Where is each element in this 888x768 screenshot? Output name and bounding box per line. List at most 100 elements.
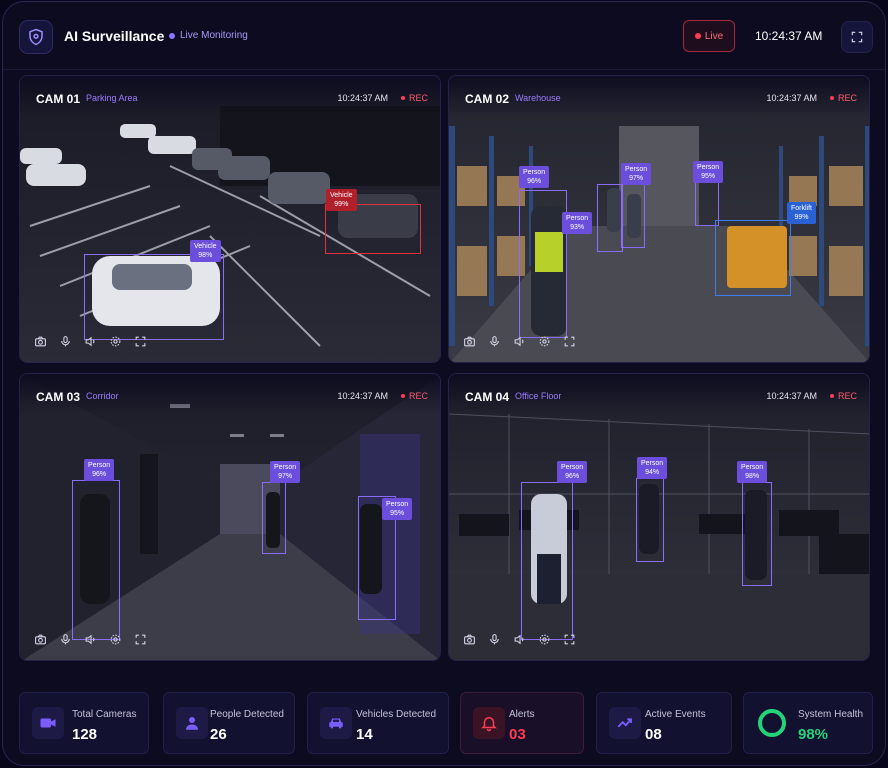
stat-value: 08 (645, 726, 662, 743)
microphone-button[interactable] (488, 633, 501, 646)
speaker-icon (85, 336, 95, 347)
stat-icon-wrap (176, 707, 208, 739)
health-ring-icon (758, 709, 786, 737)
detection-box[interactable] (636, 478, 664, 562)
microphone-icon (490, 336, 499, 347)
logo (19, 20, 53, 54)
fullscreen-button[interactable] (841, 21, 873, 53)
rec-dot (400, 96, 405, 100)
detection-tag: Person 95% (693, 161, 724, 183)
stat-label: System Health (798, 709, 864, 720)
settings-button[interactable] (538, 633, 551, 646)
stat-value: 128 (72, 726, 98, 743)
volume-button[interactable] (513, 335, 526, 348)
camera-icon (464, 336, 475, 347)
stat-label: People Detected (210, 709, 284, 720)
stat-total-cameras[interactable]: Total Cameras 128 (19, 692, 149, 754)
stat-people-detected[interactable]: People Detected 26 (163, 692, 295, 754)
microphone-icon (490, 634, 499, 645)
status-dot (169, 32, 175, 39)
volume-button[interactable] (513, 633, 526, 646)
camera-panel-1[interactable]: Vehicle 99% Vehicle 98% CAM 01 Parking Are… (19, 75, 441, 363)
detection-tag: Person 97% (621, 163, 652, 185)
stat-active-events[interactable]: Active Events 08 (596, 692, 732, 754)
rec-dot (400, 394, 405, 398)
camera-header: CAM 03 Corridor 10:24:37 AM REC (20, 374, 440, 414)
rec-dot (829, 394, 834, 398)
microphone-icon (61, 336, 70, 347)
camera-header: CAM 02 Warehouse 10:24:37 AM REC (449, 76, 869, 116)
expand-button[interactable] (134, 633, 147, 646)
shield-icon (29, 28, 43, 46)
detection-tag: Person 96% (84, 459, 115, 481)
detection-tag: Vehicle 98% (190, 240, 221, 262)
expand-icon (564, 634, 575, 645)
camera-location: Parking Area (86, 93, 138, 103)
stat-vehicles-detected[interactable]: Vehicles Detected 14 (307, 692, 449, 754)
app-title: AI Surveillance (64, 28, 165, 44)
expand-button[interactable] (134, 335, 147, 348)
detection-box[interactable] (262, 482, 286, 554)
stat-icon-wrap (320, 707, 352, 739)
camera-controls (463, 335, 576, 348)
stat-icon-wrap (609, 707, 641, 739)
stat-icon-wrap (756, 707, 788, 739)
detection-box[interactable] (715, 220, 791, 296)
microphone-button[interactable] (59, 633, 72, 646)
rec-indicator: REC (400, 93, 428, 103)
camera-header: CAM 04 Office Floor 10:24:37 AM REC (449, 374, 869, 414)
settings-button[interactable] (538, 335, 551, 348)
bell-icon (481, 717, 497, 732)
detection-box[interactable] (72, 480, 120, 640)
detection-box[interactable] (325, 204, 421, 254)
camera-time: 10:24:37 AM (337, 93, 388, 103)
detection-box[interactable] (597, 184, 623, 252)
expand-button[interactable] (563, 633, 576, 646)
camera-location: Warehouse (515, 93, 561, 103)
stat-alerts[interactable]: Alerts 03 (460, 692, 584, 754)
snapshot-button[interactable] (34, 335, 47, 348)
expand-icon (135, 336, 146, 347)
stat-value: 14 (356, 726, 373, 743)
rec-indicator: REC (829, 93, 857, 103)
snapshot-button[interactable] (463, 335, 476, 348)
video-camera-icon (40, 718, 56, 728)
detection-box[interactable] (521, 482, 573, 640)
settings-button[interactable] (109, 633, 122, 646)
expand-icon (135, 634, 146, 645)
stat-value: 26 (210, 726, 227, 743)
stat-icon-wrap (32, 707, 64, 739)
live-button[interactable]: Live (683, 20, 735, 52)
detection-tag: Person 95% (382, 498, 413, 520)
camera-icon (464, 634, 475, 645)
microphone-button[interactable] (488, 335, 501, 348)
detection-tag: Person 97% (270, 461, 301, 483)
detection-box[interactable] (519, 190, 567, 338)
detection-box[interactable] (84, 254, 224, 340)
microphone-button[interactable] (59, 335, 72, 348)
volume-button[interactable] (84, 335, 97, 348)
header-clock: 10:24:37 AM (755, 29, 823, 43)
stat-icon-wrap (473, 707, 505, 739)
snapshot-button[interactable] (463, 633, 476, 646)
speaker-icon (85, 634, 95, 645)
camera-panel-2[interactable]: Person 96% Person 97% Person 95% Person 93% … (448, 75, 870, 363)
detection-box[interactable] (621, 184, 645, 248)
camera-panel-4[interactable]: Person 96% Person 94% Person 98% CAM 04 Off… (448, 373, 870, 661)
person-icon (186, 717, 198, 730)
snapshot-button[interactable] (34, 633, 47, 646)
stat-system-health[interactable]: System Health 98% (743, 692, 873, 754)
surveillance-app: AI Surveillance Live Monitoring Live 10:… (2, 1, 886, 766)
camera-id: CAM 01 (36, 92, 81, 106)
camera-panel-3[interactable]: Person 96% Person 97% Person 95% CAM 03 Cor… (19, 373, 441, 661)
stat-label: Alerts (509, 709, 535, 720)
gear-icon (539, 336, 550, 347)
camera-controls (34, 633, 147, 646)
camera-controls (34, 335, 147, 348)
stat-label: Active Events (645, 709, 706, 720)
settings-button[interactable] (109, 335, 122, 348)
detection-box[interactable] (742, 482, 772, 586)
speaker-icon (514, 634, 524, 645)
expand-button[interactable] (563, 335, 576, 348)
volume-button[interactable] (84, 633, 97, 646)
